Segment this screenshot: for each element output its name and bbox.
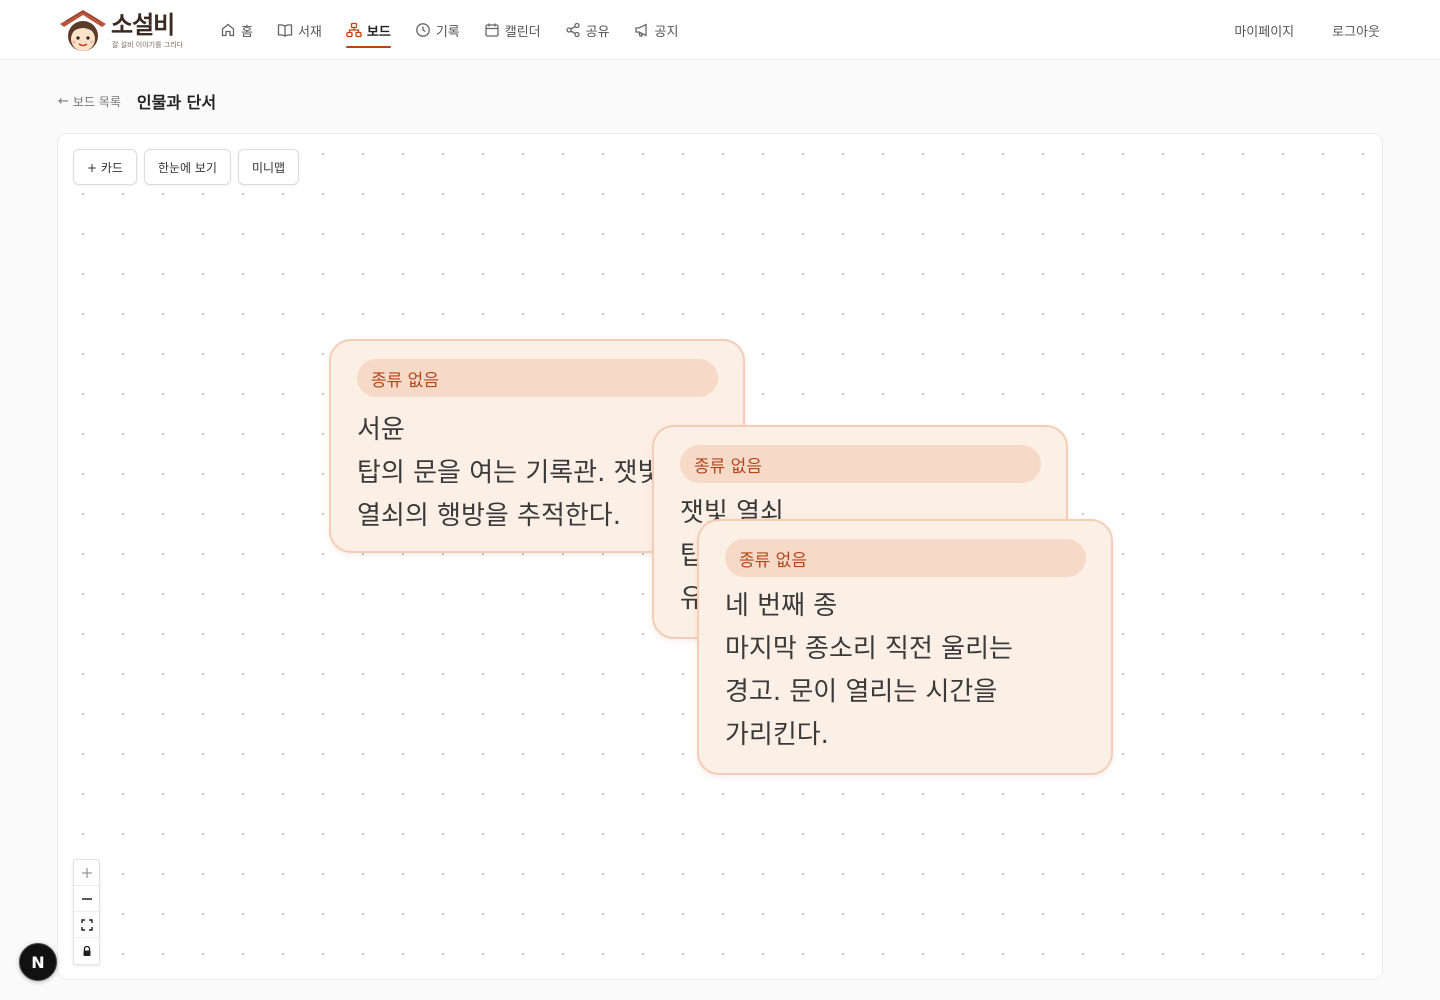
card-type-tag: 종류 없음	[725, 539, 1086, 577]
nav-item-home[interactable]: 홈	[220, 0, 253, 60]
clock-icon	[415, 22, 431, 38]
nav-item-notice[interactable]: 공지	[634, 0, 679, 60]
nav-label: 보드	[366, 24, 391, 40]
megaphone-icon	[634, 22, 650, 38]
mypage-link[interactable]: 마이페이지	[1234, 21, 1294, 40]
brand-logo[interactable]: 소설비 잘 설비 이야기를 그리다	[58, 7, 198, 55]
logout-link[interactable]: 로그아웃	[1332, 21, 1380, 40]
board-canvas[interactable]: + 카드 한눈에 보기 미니맵 종류 없음 서윤 탑의 문을 여는 기록관. 잿…	[57, 133, 1383, 980]
book-icon	[277, 22, 293, 38]
nav-item-calendar[interactable]: 캘린더	[484, 0, 541, 60]
add-card-button[interactable]: + 카드	[73, 149, 137, 185]
page-title: 인물과 단서	[136, 93, 217, 112]
home-icon	[220, 22, 236, 38]
zoom-in-button[interactable]	[74, 860, 99, 886]
zoom-controls	[73, 859, 100, 965]
card-type-tag: 종류 없음	[680, 445, 1041, 483]
nav-item-board[interactable]: 보드	[345, 0, 391, 60]
back-to-board-list-link[interactable]: ← 보드 목록	[58, 93, 121, 110]
board-icon	[346, 22, 362, 38]
nav-label: 공지	[654, 24, 679, 40]
nav-item-share[interactable]: 공유	[565, 0, 610, 60]
lock-button[interactable]	[74, 938, 99, 964]
minimap-button[interactable]: 미니맵	[237, 149, 300, 185]
minus-icon	[81, 897, 92, 900]
card-text: 서윤 탑의 문을 여는 기록관. 잿빛 열쇠의 행방을 추적한다.	[357, 415, 662, 531]
nav-label: 공유	[585, 24, 610, 40]
brand-tagline: 잘 설비 이야기를 그리다	[112, 41, 184, 49]
canvas-toolbar: + 카드 한눈에 보기 미니맵	[73, 149, 306, 185]
nav-label: 홈	[241, 24, 253, 40]
brand-title: 소설비	[111, 11, 175, 39]
nav-item-library[interactable]: 서재	[277, 0, 322, 60]
breadcrumb: ← 보드 목록 인물과 단서	[58, 88, 216, 114]
overview-button[interactable]: 한눈에 보기	[143, 149, 231, 185]
fit-view-icon	[80, 918, 93, 931]
nav-label: 서재	[297, 24, 322, 40]
nav-label: 기록	[435, 24, 460, 40]
arrow-left-icon: ←	[58, 93, 69, 109]
card-type-tag: 종류 없음	[357, 359, 718, 397]
zoom-out-button[interactable]	[74, 886, 99, 912]
share-icon	[565, 22, 581, 38]
plus-icon	[81, 867, 92, 878]
nav-item-history[interactable]: 기록	[415, 0, 460, 60]
main-nav: 홈 서재 보드 기록 캘린더 공유 공지	[220, 0, 702, 60]
calendar-icon	[484, 22, 500, 38]
nav-label: 캘린더	[504, 24, 541, 40]
back-link-label: 보드 목록	[72, 94, 121, 109]
header-account-links: 마이페이지 로그아웃	[1196, 0, 1380, 60]
card-text: 네 번째 종 마지막 종소리 직전 울리는 경고. 문이 열리는 시간을 가리킨…	[725, 591, 1013, 750]
top-header: 소설비 잘 설비 이야기를 그리다 홈 서재 보드 기록 캘린더 공유 공지 마…	[0, 0, 1440, 60]
lock-icon	[83, 945, 90, 956]
fit-view-button[interactable]	[74, 912, 99, 938]
board-card[interactable]: 종류 없음 네 번째 종 마지막 종소리 직전 울리는 경고. 문이 열리는 시…	[697, 519, 1113, 775]
mascot-logo-icon	[60, 10, 106, 51]
dev-tools-badge[interactable]: N	[19, 943, 57, 981]
